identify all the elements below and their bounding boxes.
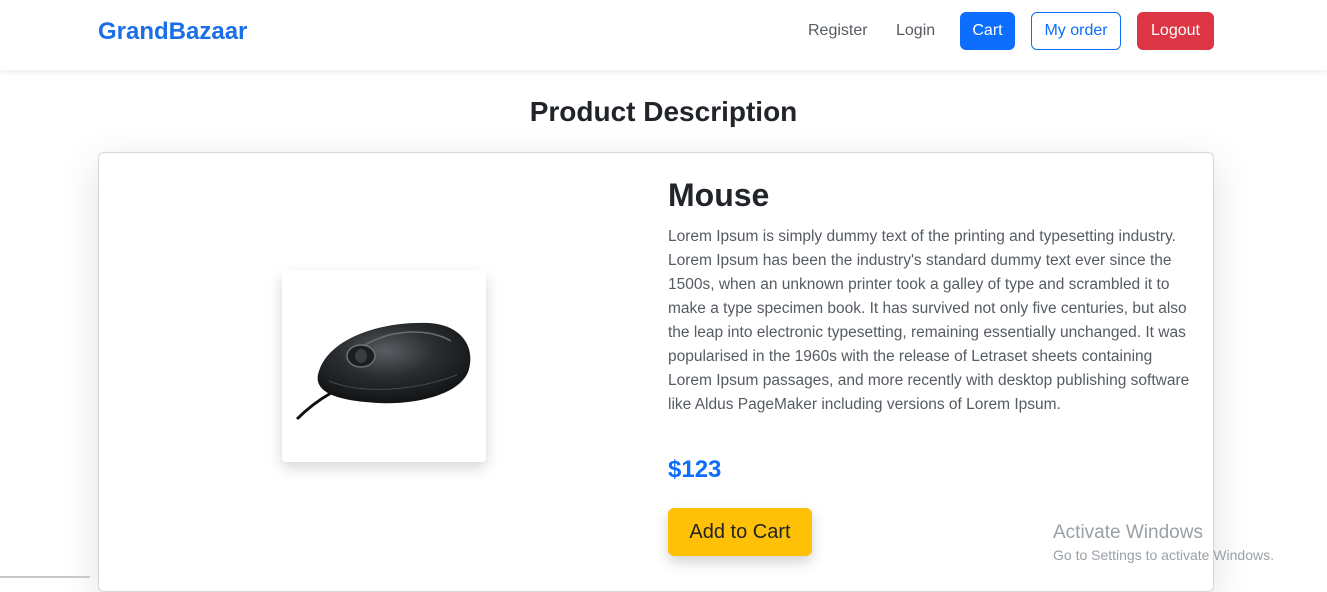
top-navbar: GrandBazaar Register Login Cart My order…	[0, 0, 1327, 70]
product-card: Mouse Lorem Ipsum is simply dummy text o…	[98, 152, 1214, 592]
product-name: Mouse	[668, 177, 770, 213]
product-price: $123	[668, 456, 722, 483]
add-to-cart-button[interactable]: Add to Cart	[668, 508, 812, 556]
register-link[interactable]: Register	[808, 22, 868, 40]
cart-button[interactable]: Cart	[960, 12, 1015, 50]
page-title: Product Description	[529, 96, 798, 127]
product-description: Lorem Ipsum is simply dummy text of the …	[668, 228, 1190, 413]
logout-button[interactable]: Logout	[1137, 12, 1214, 50]
computer-mouse-icon	[295, 322, 471, 421]
windows-activation-watermark: Activate Windows Go to Settings to activ…	[1053, 522, 1274, 563]
login-link[interactable]: Login	[896, 22, 935, 40]
brand-logo[interactable]: GrandBazaar	[98, 18, 247, 46]
watermark-title: Activate Windows	[1053, 522, 1203, 543]
product-image	[282, 270, 486, 462]
my-order-button[interactable]: My order	[1031, 12, 1121, 50]
watermark-subtitle: Go to Settings to activate Windows.	[1053, 547, 1274, 563]
